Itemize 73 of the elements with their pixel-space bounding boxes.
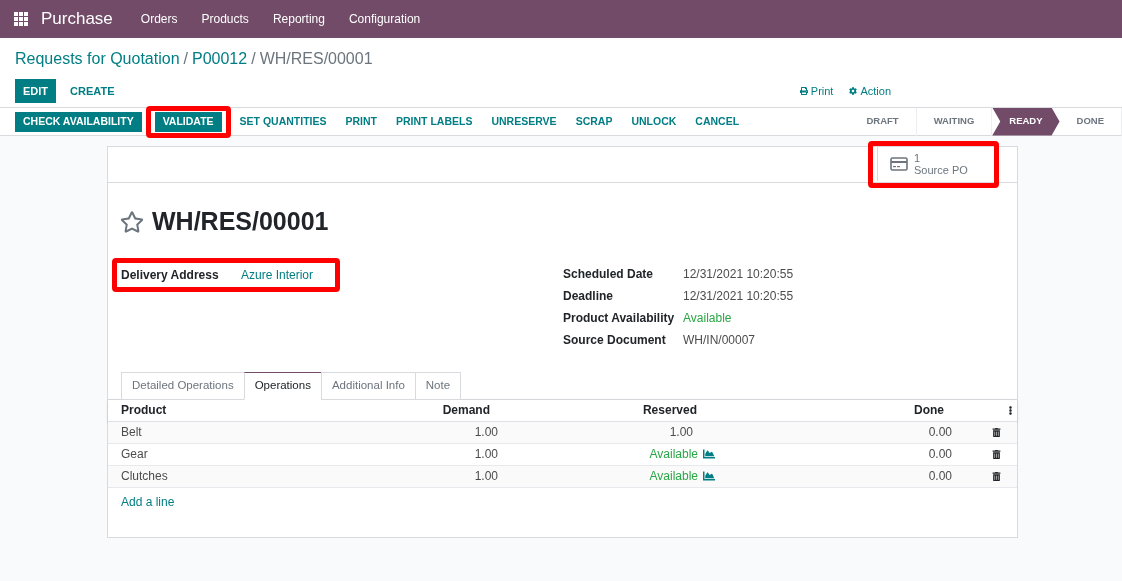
delete-icon[interactable] [992, 449, 1001, 459]
column-header: Product [120, 402, 168, 419]
action-button[interactable]: CHECK AVAILABILITY [15, 111, 142, 132]
table-cell-text: 1.00 [473, 468, 498, 485]
action-button[interactable]: SET QUANTITIES [231, 111, 335, 132]
table-cell-text: 0.00 [927, 468, 952, 485]
forecast-chart-icon[interactable] [703, 470, 715, 482]
form-tab[interactable]: Operations [243, 371, 322, 400]
column-header: Reserved [641, 402, 698, 419]
breadcrumb-item[interactable]: Requests for Quotation [15, 47, 180, 71]
field-value: Available [683, 309, 732, 327]
form-tab[interactable]: Note [414, 371, 462, 400]
add-line-link[interactable]: Add a line [121, 492, 175, 511]
column-options-icon[interactable] [1006, 405, 1015, 415]
status-step[interactable]: WAITING [916, 107, 993, 136]
status-step[interactable]: READY [992, 107, 1060, 136]
action-button[interactable]: SCRAP [567, 111, 621, 132]
stat-count: 1 [914, 152, 922, 164]
sidebar-action[interactable]: Action [849, 82, 891, 100]
app-title[interactable]: Purchase [41, 6, 113, 32]
table-cell-text: Available [649, 446, 698, 463]
delete-icon[interactable] [992, 427, 1001, 437]
form-tab[interactable]: Detailed Operations [121, 371, 245, 400]
stat-label: Source PO [914, 164, 968, 176]
field-value: WH/IN/00007 [683, 331, 756, 349]
source-po-button[interactable]: 1 Source PO [877, 147, 990, 181]
column-header: Demand [441, 402, 491, 419]
gear-icon [849, 87, 858, 95]
record-title: WH/RES/00001 [152, 206, 329, 237]
form-tab[interactable]: Additional Info [320, 371, 416, 400]
breadcrumb-item[interactable]: P00012 [192, 47, 248, 71]
breadcrumb-item: WH/RES/00001 [259, 49, 373, 69]
sidebar-action[interactable]: Print [799, 82, 834, 100]
action-button[interactable]: PRINT [337, 111, 386, 132]
table-cell-text: 0.00 [927, 446, 952, 463]
delete-icon[interactable] [992, 471, 1001, 481]
field-value: 12/31/2021 10:20:55 [683, 265, 794, 283]
control-button[interactable]: EDIT [15, 79, 57, 103]
table-cell-text: 1.00 [669, 424, 693, 441]
field-label: Deadline [563, 287, 614, 305]
action-button[interactable]: PRINT LABELS [388, 111, 481, 132]
table-cell-text: Belt [120, 424, 143, 441]
forecast-chart-icon[interactable] [703, 448, 715, 460]
table-cell-text: 1.00 [473, 446, 498, 463]
field-label: Delivery Address [121, 266, 220, 284]
table-cell-text: Gear [120, 446, 149, 463]
action-button[interactable]: CANCEL [687, 111, 748, 132]
field-label: Source Document [563, 331, 667, 349]
field-value[interactable]: Azure Interior [241, 265, 314, 284]
table-cell-text: Clutches [120, 468, 169, 485]
menu-item[interactable]: Products [189, 10, 261, 28]
menu-item[interactable]: Configuration [336, 10, 433, 28]
table-cell-text: Available [649, 468, 698, 485]
credit-card-icon [890, 157, 908, 171]
column-header: Done [913, 402, 945, 419]
status-step[interactable]: DONE [1059, 107, 1122, 136]
action-button[interactable]: VALIDATE [154, 111, 222, 132]
field-label: Product Availability [563, 309, 676, 327]
table-cell-text: 1.00 [473, 424, 498, 441]
control-button[interactable]: CREATE [62, 79, 123, 103]
star-icon[interactable] [120, 209, 144, 234]
status-step[interactable]: DRAFT [849, 107, 917, 136]
table-cell-text: 0.00 [927, 424, 952, 441]
field-value: 12/31/2021 10:20:55 [683, 287, 794, 305]
action-button[interactable]: UNLOCK [623, 111, 685, 132]
print-icon [799, 87, 808, 95]
menu-item[interactable]: Reporting [260, 10, 337, 28]
action-button[interactable]: UNRESERVE [483, 111, 565, 132]
breadcrumb-separator: / [183, 49, 188, 69]
breadcrumb-separator: / [251, 49, 256, 69]
menu-item[interactable]: Orders [128, 10, 190, 28]
field-label: Scheduled Date [563, 265, 655, 283]
apps-grid-icon[interactable] [14, 12, 28, 26]
